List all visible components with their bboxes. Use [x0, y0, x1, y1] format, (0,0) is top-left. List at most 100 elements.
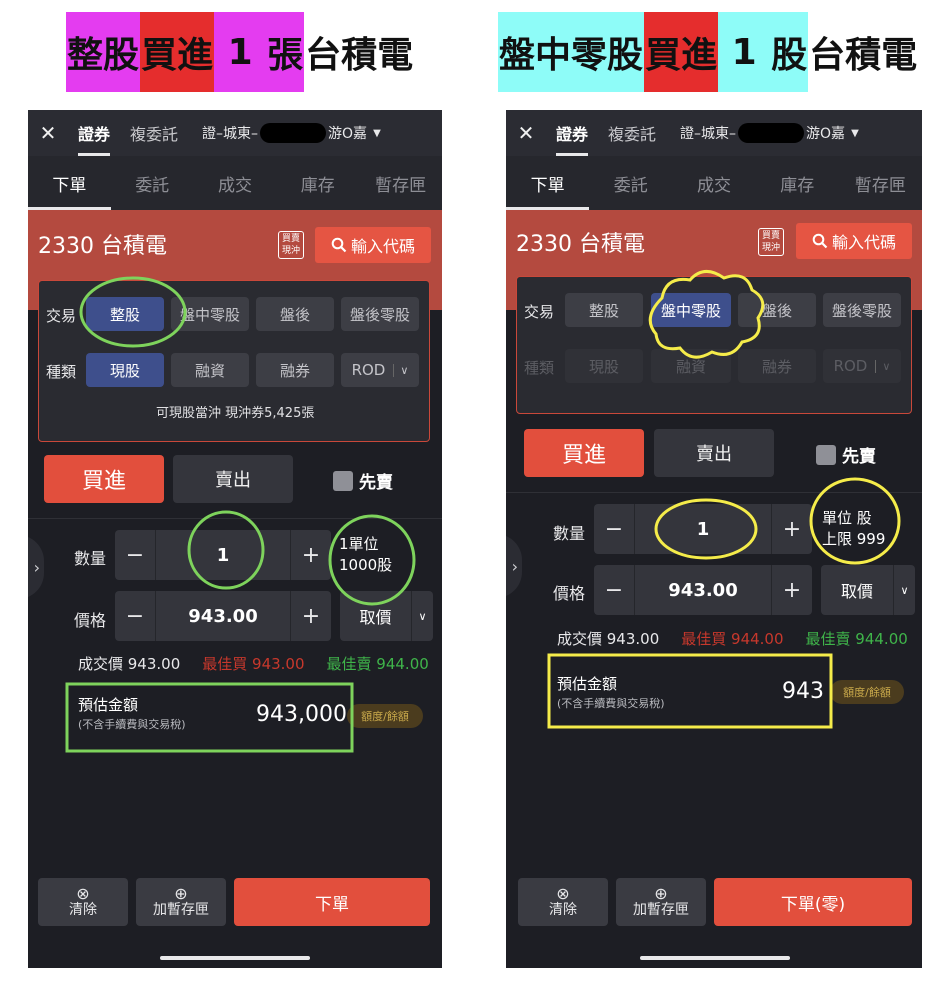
- sell-button[interactable]: 賣出: [654, 429, 774, 477]
- best-bid: 最佳買 944.00: [681, 630, 784, 648]
- price-input[interactable]: 943.00: [155, 591, 291, 641]
- price-decrease-button[interactable]: −: [594, 565, 634, 615]
- search-code-button[interactable]: 輸入代碼: [796, 223, 912, 259]
- trade-opt-after-hours[interactable]: 盤後: [256, 297, 334, 331]
- sub-tabs: 下單 委託 成交 庫存 暫存匣: [28, 156, 442, 210]
- trade-opt-round-lot[interactable]: 整股: [86, 297, 164, 331]
- trade-opt-after-hours[interactable]: 盤後: [738, 293, 816, 327]
- price-label: 價格: [74, 611, 107, 630]
- quota-balance-button[interactable]: 額度/餘額: [347, 704, 423, 728]
- sell-first-label: 先賣: [359, 473, 393, 493]
- tab-sub-brokerage[interactable]: 複委託: [598, 110, 666, 156]
- type-opt-margin[interactable]: 融資: [171, 353, 249, 387]
- side-panel-handle[interactable]: ›: [506, 534, 522, 598]
- price-decrease-button[interactable]: −: [115, 591, 155, 641]
- tab-order[interactable]: 下單: [506, 156, 590, 210]
- time-in-force-select[interactable]: ROD ∨: [341, 353, 419, 387]
- close-icon[interactable]: ✕: [28, 121, 68, 145]
- tab-sub-brokerage[interactable]: 複委託: [120, 110, 188, 156]
- tab-executed[interactable]: 成交: [194, 156, 277, 210]
- trade-opt-intraday-odd[interactable]: 盤中零股: [651, 293, 731, 327]
- quantity-decrease-button[interactable]: −: [115, 530, 155, 580]
- divider: [506, 492, 922, 493]
- get-price-button[interactable]: 取價 ∨: [340, 591, 433, 641]
- time-in-force-select: ROD ∨: [823, 349, 901, 383]
- chevron-right-icon: ›: [33, 557, 40, 577]
- day-trade-note: 可現股當沖 現沖券5,425張: [156, 406, 315, 421]
- trade-label: 交易: [524, 303, 555, 321]
- tab-entrusted[interactable]: 委託: [589, 156, 672, 210]
- tab-securities[interactable]: 證券: [68, 110, 120, 156]
- tab-order[interactable]: 下單: [28, 156, 111, 210]
- tab-draft-box[interactable]: 暫存匣: [359, 156, 442, 210]
- account-prefix: 證–城東–: [202, 126, 259, 142]
- clear-label: 清除: [549, 902, 577, 918]
- stock-title: 2330 台積電: [516, 232, 645, 257]
- checkbox-box: [333, 470, 353, 491]
- quantity-input[interactable]: 1: [155, 530, 291, 580]
- price-increase-button[interactable]: +: [291, 591, 331, 641]
- day-trade-tag-line2: 現沖: [281, 246, 300, 256]
- sub-tabs: 下單 委託 成交 庫存 暫存匣: [506, 156, 922, 210]
- get-price-label: 取價: [840, 582, 873, 601]
- estimated-amount-label: 預估金額 (不含手續費與交易稅): [78, 695, 186, 735]
- quantity-stepper: − 1 +: [115, 530, 331, 580]
- account-selector[interactable]: 證–城東– 游O嘉 ▼: [202, 123, 381, 143]
- quantity-increase-button[interactable]: +: [772, 504, 812, 554]
- clear-button[interactable]: ⊗ 清除: [518, 878, 608, 926]
- day-trade-tag: 買賣 現沖: [758, 228, 784, 256]
- get-price-button[interactable]: 取價 ∨: [821, 565, 915, 615]
- quota-balance-button[interactable]: 額度/餘額: [830, 680, 904, 704]
- quantity-decrease-button[interactable]: −: [594, 504, 634, 554]
- tab-inventory[interactable]: 庫存: [276, 156, 359, 210]
- chevron-down-icon: ∨: [875, 359, 890, 373]
- close-icon[interactable]: ✕: [506, 121, 546, 145]
- search-code-button[interactable]: 輸入代碼: [315, 227, 431, 263]
- tab-draft-box[interactable]: 暫存匣: [839, 156, 922, 210]
- place-order-button[interactable]: 下單(零): [714, 878, 912, 926]
- sell-button[interactable]: 賣出: [173, 455, 293, 503]
- type-opt-cash[interactable]: 現股: [86, 353, 164, 387]
- caption-right-part1: 盤中零股: [498, 12, 645, 92]
- sell-first-checkbox[interactable]: 先賣: [816, 442, 876, 467]
- sell-first-label: 先賣: [842, 447, 876, 467]
- top-bar: ✕ 證券 複委託 證–城東– 游O嘉 ▼: [28, 110, 442, 156]
- search-icon: [331, 237, 347, 253]
- side-panel-handle[interactable]: ›: [28, 535, 44, 599]
- best-bid: 最佳買 943.00: [202, 655, 305, 673]
- quantity-input[interactable]: 1: [634, 504, 772, 554]
- tab-inventory[interactable]: 庫存: [756, 156, 839, 210]
- sell-first-checkbox[interactable]: 先賣: [333, 468, 393, 493]
- tab-securities[interactable]: 證券: [546, 110, 598, 156]
- chevron-down-icon[interactable]: ∨: [893, 565, 915, 615]
- price-input[interactable]: 943.00: [634, 565, 772, 615]
- buy-button[interactable]: 買進: [524, 429, 644, 477]
- unit-info: 單位 股 上限 999: [822, 508, 885, 550]
- quantity-increase-button[interactable]: +: [291, 530, 331, 580]
- add-draft-button[interactable]: ⊕ 加暫存匣: [136, 878, 226, 926]
- tab-executed[interactable]: 成交: [672, 156, 755, 210]
- type-opt-short[interactable]: 融券: [256, 353, 334, 387]
- add-draft-label: 加暫存匣: [633, 902, 689, 918]
- checkbox-box: [816, 444, 836, 465]
- account-selector[interactable]: 證–城東– 游O嘉 ▼: [680, 123, 859, 143]
- trade-label: 交易: [46, 307, 77, 325]
- trade-opt-intraday-odd[interactable]: 盤中零股: [171, 297, 249, 331]
- clear-button[interactable]: ⊗ 清除: [38, 878, 128, 926]
- trade-opt-after-hours-odd[interactable]: 盤後零股: [823, 293, 901, 327]
- tab-entrusted[interactable]: 委託: [111, 156, 194, 210]
- unit-info-line1: 1單位: [339, 535, 379, 553]
- place-order-button[interactable]: 下單: [234, 878, 430, 926]
- unit-info-line2: 1000股: [339, 556, 393, 574]
- account-prefix: 證–城東–: [680, 126, 737, 142]
- trade-opt-round-lot[interactable]: 整股: [565, 293, 643, 327]
- trade-opt-after-hours-odd[interactable]: 盤後零股: [341, 297, 419, 331]
- buy-button[interactable]: 買進: [44, 455, 164, 503]
- phone-left-odd-lot-off: ✕ 證券 複委託 證–城東– 游O嘉 ▼ 下單 委託 成交 庫存 暫存匣 233…: [28, 110, 442, 968]
- caption-left: 整股 買進 1 張台積電: [66, 12, 414, 92]
- price-stepper: − 943.00 +: [594, 565, 812, 615]
- price-increase-button[interactable]: +: [772, 565, 812, 615]
- type-opt-short: 融券: [738, 349, 816, 383]
- chevron-down-icon[interactable]: ∨: [411, 591, 433, 641]
- add-draft-button[interactable]: ⊕ 加暫存匣: [616, 878, 706, 926]
